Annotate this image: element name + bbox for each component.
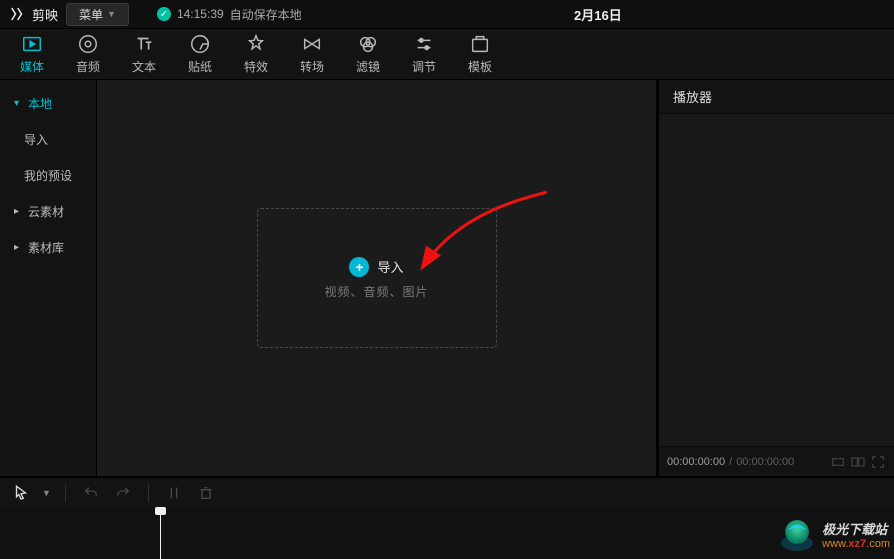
time-total: 00:00:00:00 [736, 456, 794, 468]
tab-transition[interactable]: 转场 [284, 28, 340, 80]
import-dropzone[interactable]: + 导入 视频、音频、图片 [257, 208, 497, 348]
top-bar: 剪映 菜单 ▼ ✓ 14:15:39 自动保存本地 2月16日 [0, 0, 894, 28]
project-date: 2月16日 [574, 5, 622, 24]
app-logo: 剪映 [8, 5, 58, 24]
split-button[interactable] [163, 482, 185, 504]
save-text: 自动保存本地 [230, 6, 302, 23]
media-icon [21, 33, 43, 55]
caret-down-icon: ▾ [14, 98, 24, 109]
sidebar-item-library[interactable]: ▸ 素材库 [0, 229, 96, 265]
import-hint: 视频、音频、图片 [324, 283, 428, 300]
pointer-tool-button[interactable] [10, 482, 32, 504]
import-label: 导入 [377, 257, 403, 276]
fullscreen-icon[interactable] [870, 454, 886, 470]
tab-adjust[interactable]: 调节 [396, 28, 452, 80]
plus-icon: + [349, 257, 369, 277]
check-icon: ✓ [157, 7, 171, 21]
sidebar-item-import[interactable]: 导入 [0, 121, 96, 157]
autosave-status: ✓ 14:15:39 自动保存本地 [157, 6, 302, 23]
player-title: 播放器 [659, 80, 894, 114]
redo-button[interactable] [112, 482, 134, 504]
menu-button[interactable]: 菜单 ▼ [66, 3, 129, 26]
undo-button[interactable] [80, 482, 102, 504]
ratio-icon[interactable] [830, 454, 846, 470]
timeline-toolbar: ▼ [0, 476, 894, 508]
caret-right-icon: ▸ [14, 206, 24, 217]
tab-text[interactable]: 文本 [116, 28, 172, 80]
content-row: ▾ 本地 导入 我的预设 ▸ 云素材 ▸ 素材库 + 导入 视频、音频、图片 [0, 80, 894, 476]
tab-template[interactable]: 模板 [452, 28, 508, 80]
sidebar-item-presets[interactable]: 我的预设 [0, 157, 96, 193]
sidebar-item-local[interactable]: ▾ 本地 [0, 85, 96, 121]
tab-effect[interactable]: 特效 [228, 28, 284, 80]
caret-right-icon: ▸ [14, 242, 24, 253]
tool-tabs: 媒体 音频 文本 贴纸 特效 转场 滤镜 调节 模板 [0, 28, 894, 80]
media-sidebar: ▾ 本地 导入 我的预设 ▸ 云素材 ▸ 素材库 [0, 80, 97, 476]
chevron-down-icon: ▼ [107, 9, 116, 19]
playhead[interactable] [160, 508, 161, 559]
sticker-icon [189, 33, 211, 55]
media-area: + 导入 视频、音频、图片 [97, 80, 659, 476]
chevron-down-icon[interactable]: ▼ [42, 488, 51, 498]
logo-icon [8, 5, 26, 23]
player-panel: 播放器 00:00:00:00 / 00:00:00:00 [659, 80, 894, 476]
text-icon [133, 33, 155, 55]
adjust-icon [413, 33, 435, 55]
tab-audio[interactable]: 音频 [60, 28, 116, 80]
save-time: 14:15:39 [177, 7, 224, 21]
effect-icon [245, 33, 267, 55]
template-icon [469, 33, 491, 55]
player-controls: 00:00:00:00 / 00:00:00:00 [659, 446, 894, 476]
delete-button[interactable] [195, 482, 217, 504]
audio-icon [77, 33, 99, 55]
timeline[interactable] [0, 508, 894, 559]
tab-sticker[interactable]: 贴纸 [172, 28, 228, 80]
tab-media[interactable]: 媒体 [4, 28, 60, 80]
filter-icon [357, 33, 379, 55]
app-name: 剪映 [32, 5, 58, 24]
player-viewport [659, 114, 894, 446]
sidebar-item-cloud[interactable]: ▸ 云素材 [0, 193, 96, 229]
tab-filter[interactable]: 滤镜 [340, 28, 396, 80]
compare-icon[interactable] [850, 454, 866, 470]
time-current: 00:00:00:00 [667, 456, 725, 468]
transition-icon [301, 33, 323, 55]
